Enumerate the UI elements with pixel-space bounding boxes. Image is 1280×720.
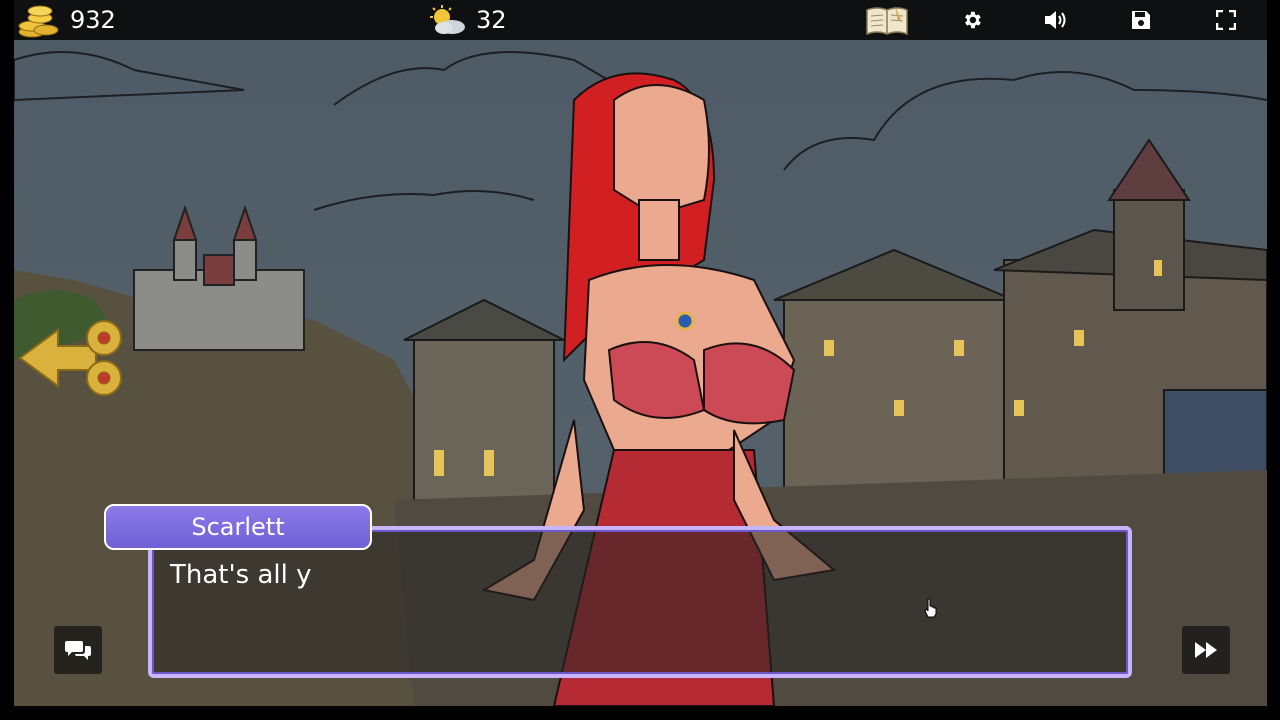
fullscreen-icon <box>1216 10 1236 30</box>
volume-icon <box>1045 11 1066 29</box>
fullscreen-button[interactable] <box>1209 4 1243 36</box>
history-button[interactable] <box>54 626 102 674</box>
fast-forward-icon <box>1195 642 1217 658</box>
journal-button[interactable] <box>864 4 910 36</box>
journal-icon <box>866 6 908 36</box>
save-button[interactable] <box>1124 4 1158 36</box>
skip-button[interactable] <box>1182 626 1230 674</box>
hand-cursor-icon <box>924 598 938 622</box>
day-number: 32 <box>476 6 507 34</box>
gold-counter: 932 <box>18 0 116 40</box>
dialog-text: That's all y <box>170 560 312 590</box>
gold-amount: 932 <box>70 6 116 34</box>
coins-icon <box>18 5 59 38</box>
chat-history-icon <box>65 641 91 660</box>
weather-icon <box>430 5 465 34</box>
volume-button[interactable] <box>1039 4 1073 36</box>
hud-bar: 932 32 <box>0 0 1280 40</box>
settings-icon <box>965 11 981 29</box>
settings-button[interactable] <box>955 4 989 36</box>
day-counter: 32 <box>428 0 507 40</box>
back-arrow-icon <box>18 320 122 396</box>
speaker-name: Scarlett <box>104 504 372 550</box>
save-icon <box>1132 11 1150 29</box>
back-arrow-button[interactable] <box>18 316 126 400</box>
